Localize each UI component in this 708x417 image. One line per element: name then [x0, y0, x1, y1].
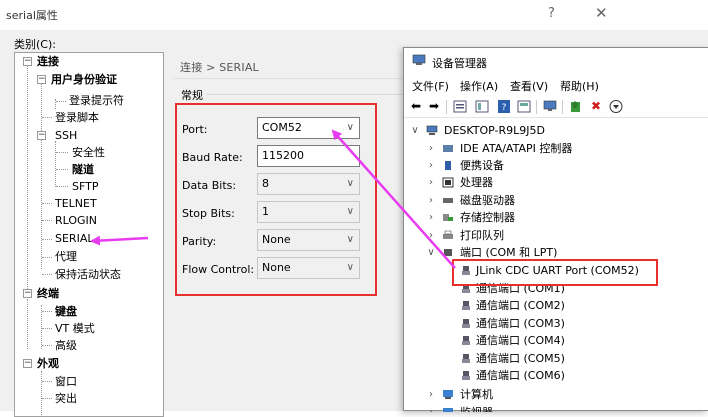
uninstall-x-icon[interactable]: ✖ [588, 99, 604, 114]
expanded-chevron-icon[interactable]: ∨ [426, 244, 436, 261]
tree-item-proxy[interactable]: 代理 [55, 248, 77, 265]
back-arrow-icon[interactable]: ⬅ [408, 99, 424, 114]
tree-item-highlight[interactable]: 突出 [55, 390, 77, 407]
enable-device-icon[interactable] [608, 99, 624, 114]
menu-help[interactable]: 帮助(H) [560, 78, 599, 94]
expand-chevron-icon[interactable]: › [426, 386, 436, 403]
ide-controller-icon [443, 145, 453, 152]
serial-port-icon [462, 301, 470, 310]
port-category-icon [444, 249, 452, 256]
tree-item-keyboard[interactable]: 键盘 [55, 303, 77, 320]
expand-chevron-icon[interactable]: › [426, 227, 436, 244]
processor-icon [442, 177, 454, 188]
tree-item-connection[interactable]: 连接 [37, 53, 59, 70]
category-print-queue[interactable]: 打印队列 [460, 227, 504, 244]
tree-item-advanced[interactable]: 高级 [55, 337, 77, 354]
menu-action[interactable]: 操作(A) [460, 78, 498, 94]
dialog-title: serial属性 [6, 9, 58, 22]
collapse-ssh-icon[interactable]: − [37, 131, 46, 140]
monitor-icon[interactable] [542, 99, 558, 114]
device-manager-icon [412, 54, 426, 65]
category-portable[interactable]: 便携设备 [460, 157, 504, 174]
breadcrumb-divider [174, 78, 414, 79]
forward-arrow-icon[interactable]: ➡ [426, 99, 442, 114]
computer-name[interactable]: DESKTOP-R9L9J5D [444, 122, 545, 139]
serial-port-icon [462, 336, 470, 345]
category-disk[interactable]: 磁盘驱动器 [460, 192, 515, 209]
device-manager-window: 设备管理器 文件(F) 操作(A) 查看(V) 帮助(H) ⬅ ➡ ? ✖ ∨ … [403, 47, 708, 412]
printer-icon [443, 230, 453, 239]
close-button[interactable]: ✕ [595, 4, 608, 22]
dm-toolbar: ⬅ ➡ ? ✖ [404, 96, 708, 118]
serial-port-icon [462, 371, 470, 380]
tree-item-tunnel[interactable]: 隧道 [72, 161, 94, 178]
svg-text:?: ? [502, 103, 507, 113]
port-com5[interactable]: 通信端口 (COM5) [476, 350, 565, 367]
update-driver-icon[interactable] [568, 99, 584, 114]
menu-file[interactable]: 文件(F) [412, 78, 449, 94]
help-button[interactable]: ? [548, 6, 555, 21]
tree-item-window[interactable]: 窗口 [55, 373, 77, 390]
tree-item-terminal[interactable]: 终端 [37, 285, 59, 302]
tree-item-sftp[interactable]: SFTP [72, 178, 98, 195]
category-tree[interactable]: − 连接 − 用户身份验证 登录提示符 登录脚本 − SSH 安全性 隧道 SF… [14, 52, 164, 417]
expand-chevron-icon[interactable]: › [426, 140, 436, 157]
category-label: 类别(C): [14, 38, 56, 51]
annotation-box-jlink-port [452, 259, 658, 286]
category-ide[interactable]: IDE ATA/ATAPI 控制器 [460, 140, 572, 157]
group-title: 常规 [181, 89, 203, 102]
tree-item-rlogin[interactable]: RLOGIN [55, 212, 97, 229]
monitor-category-icon [443, 408, 453, 412]
tree-item-auth[interactable]: 用户身份验证 [51, 71, 117, 88]
disk-drive-icon [443, 198, 453, 203]
dm-menubar: 文件(F) 操作(A) 查看(V) 帮助(H) [404, 76, 708, 94]
computer-category-icon [443, 390, 453, 399]
tree-item-security[interactable]: 安全性 [72, 144, 105, 161]
port-com3[interactable]: 通信端口 (COM3) [476, 315, 565, 332]
dm-title: 设备管理器 [432, 57, 487, 70]
properties-view-icon[interactable] [452, 99, 468, 114]
computer-icon [426, 125, 438, 135]
help-icon[interactable]: ? [496, 99, 512, 114]
tree-item-serial[interactable]: SERIAL [55, 230, 94, 247]
port-com2[interactable]: 通信端口 (COM2) [476, 297, 565, 314]
tree-item-login-prompt[interactable]: 登录提示符 [69, 92, 124, 109]
menu-view[interactable]: 查看(V) [510, 78, 548, 94]
annotation-box-serial-settings [175, 103, 377, 296]
port-com6[interactable]: 通信端口 (COM6) [476, 367, 565, 384]
group-divider [207, 94, 407, 95]
port-com4[interactable]: 通信端口 (COM4) [476, 332, 565, 349]
collapse-terminal-icon[interactable]: − [23, 289, 32, 298]
expanded-chevron-icon[interactable]: ∨ [410, 122, 420, 139]
expand-chevron-icon[interactable]: › [426, 209, 436, 226]
show-hide-tree-icon[interactable] [474, 99, 490, 114]
expand-chevron-icon[interactable]: › [426, 192, 436, 209]
category-computer[interactable]: 计算机 [460, 386, 493, 403]
tree-item-keepalive[interactable]: 保持活动状态 [55, 266, 121, 283]
tree-item-vt-mode[interactable]: VT 模式 [55, 320, 95, 337]
storage-controller-icon [443, 214, 453, 221]
details-view-icon[interactable] [516, 99, 532, 114]
tree-item-login-script[interactable]: 登录脚本 [55, 109, 99, 126]
serial-port-icon [462, 319, 470, 328]
collapse-connection-icon[interactable]: − [23, 57, 32, 66]
expand-chevron-icon[interactable]: › [426, 157, 436, 174]
tree-item-appearance[interactable]: 外观 [37, 355, 59, 372]
category-processor[interactable]: 处理器 [460, 174, 493, 191]
dm-titlebar: 设备管理器 [404, 48, 708, 74]
dialog-titlebar: serial属性 ? ✕ [0, 0, 708, 30]
serial-port-icon [462, 354, 470, 363]
expand-chevron-icon[interactable]: › [426, 174, 436, 191]
collapse-auth-icon[interactable]: − [37, 75, 46, 84]
breadcrumb: 连接 > SERIAL [180, 61, 259, 74]
portable-device-icon [445, 161, 451, 170]
tree-item-telnet[interactable]: TELNET [55, 195, 97, 212]
tree-item-ssh[interactable]: SSH [55, 127, 77, 144]
collapse-appearance-icon[interactable]: − [23, 359, 32, 368]
category-storage[interactable]: 存储控制器 [460, 209, 515, 226]
